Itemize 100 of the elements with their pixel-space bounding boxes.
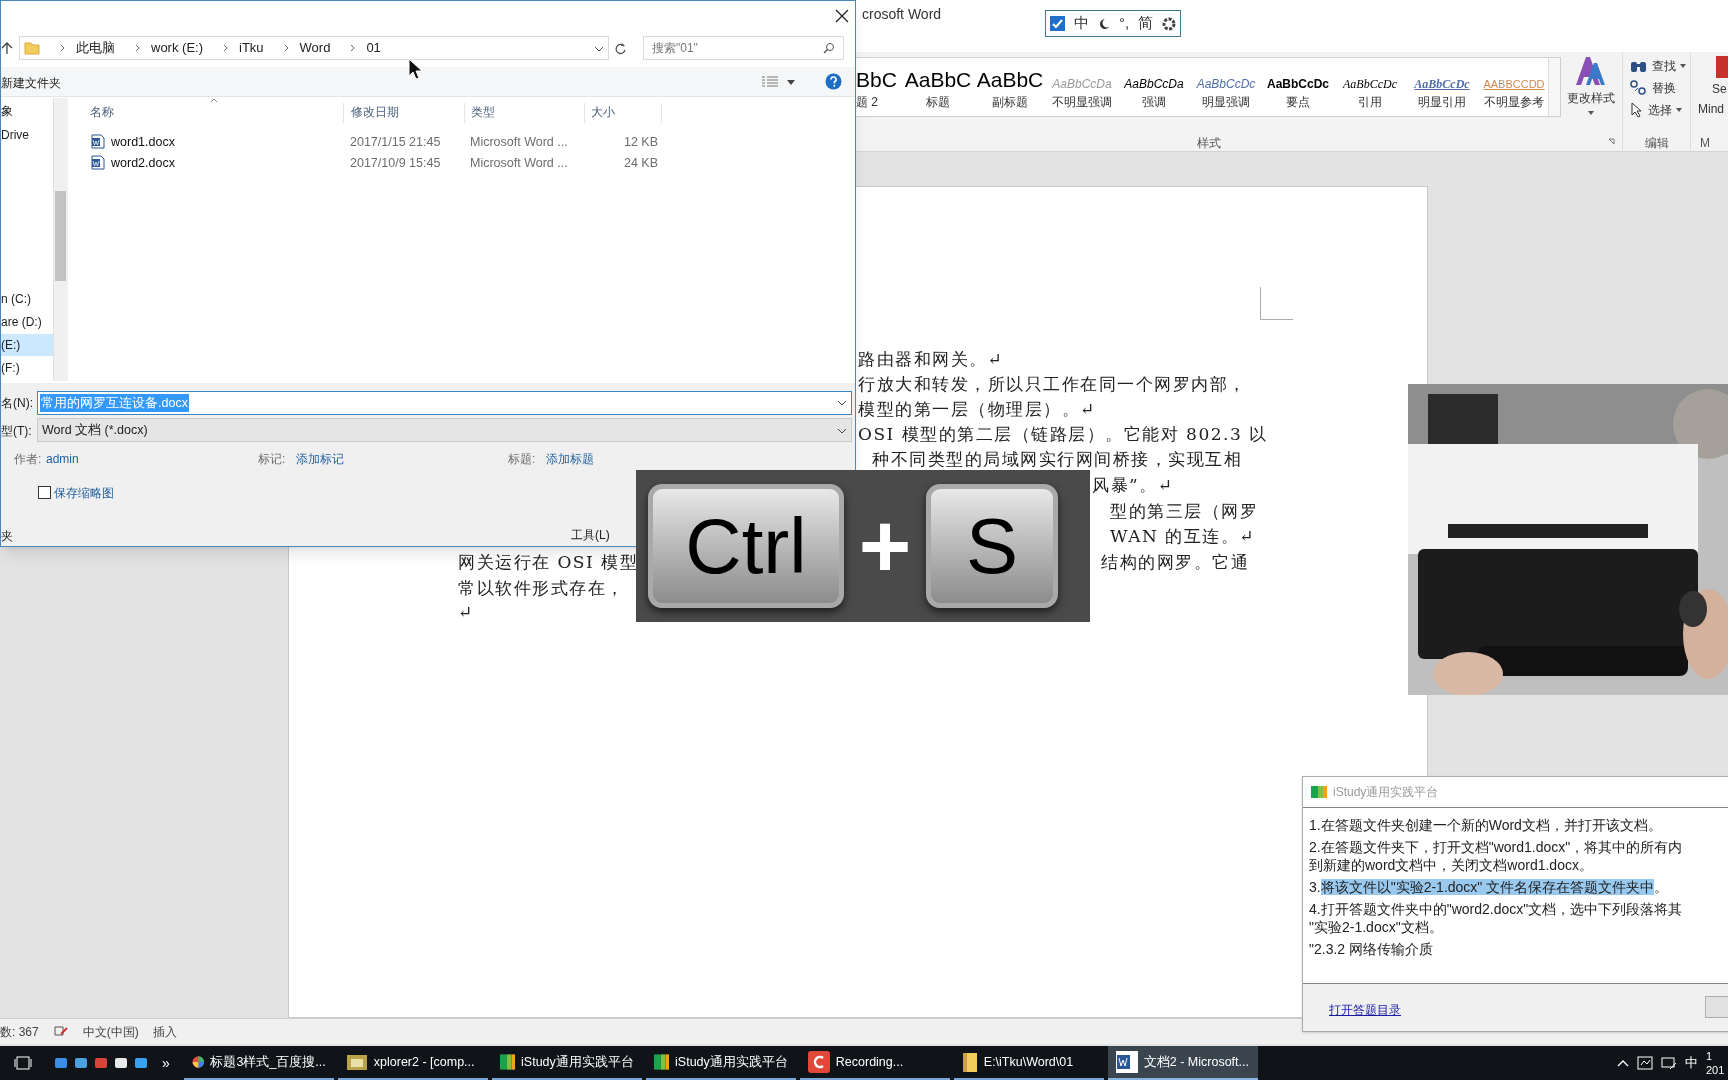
- property-link[interactable]: 添加标题: [546, 450, 594, 468]
- filetype-select[interactable]: Word 文档 (*.docx): [37, 418, 852, 442]
- column-header[interactable]: 修改日期: [350, 103, 465, 123]
- style-item[interactable]: AaBbCcDa 强调: [1118, 58, 1190, 116]
- style-item[interactable]: AaBbCcDc 明显引用: [1406, 58, 1478, 116]
- breadcrumb[interactable]: Word: [299, 38, 331, 58]
- language-status[interactable]: 中文(中国): [82, 1022, 139, 1041]
- dropdown-icon[interactable]: [837, 400, 847, 407]
- hide-folders-button[interactable]: 夹: [1, 527, 13, 545]
- folder-icon: [961, 1051, 978, 1073]
- refresh-icon[interactable]: [614, 42, 627, 55]
- checkbox[interactable]: [38, 486, 51, 499]
- checkbox[interactable]: [1050, 16, 1065, 31]
- app-icon[interactable]: [114, 1056, 128, 1070]
- word-count[interactable]: 数: 367: [0, 1022, 39, 1041]
- style-item[interactable]: AABBCCDD 不明显参考: [1478, 58, 1550, 116]
- style-item[interactable]: AaBbCcDc 要点: [1262, 58, 1334, 116]
- document-text: 种不同类型的局域网实行网间桥接，实现互相: [872, 448, 1242, 471]
- task-view-icon[interactable]: [14, 1056, 32, 1070]
- column-header[interactable]: 类型: [470, 103, 585, 123]
- breadcrumb[interactable]: work (E:): [151, 38, 203, 58]
- column-header[interactable]: 名称: [89, 103, 344, 123]
- property-link[interactable]: admin: [46, 450, 79, 468]
- dialog-launcher-icon[interactable]: [1608, 138, 1616, 146]
- chart-icon[interactable]: [1637, 1056, 1653, 1070]
- style-item[interactable]: AaBbCcDc 明显强调: [1190, 58, 1262, 116]
- dropdown-icon[interactable]: [837, 428, 847, 435]
- nav-item[interactable]: Drive: [1, 124, 53, 146]
- ribbon-button-text[interactable]: Se: [1712, 80, 1727, 98]
- editing-command[interactable]: 替换: [1628, 78, 1688, 97]
- document-icon: [91, 134, 105, 149]
- property-link[interactable]: 添加标记: [296, 450, 344, 468]
- link[interactable]: 打开答题目录: [1329, 1001, 1401, 1019]
- nav-item[interactable]: (F:): [1, 357, 53, 379]
- margin-mark: [1260, 287, 1293, 320]
- script-mode[interactable]: 简: [1138, 12, 1154, 35]
- nav-item[interactable]: (E:): [1, 334, 53, 356]
- up-arrow-icon[interactable]: [1, 41, 13, 55]
- instruction-text: 4.打开答题文件夹中的"word2.docx"文档，选中下列段落将其: [1309, 900, 1684, 918]
- gallery-scrollbar[interactable]: [1548, 58, 1560, 116]
- app-icon[interactable]: [134, 1056, 148, 1070]
- file-name[interactable]: word1.docx: [111, 133, 175, 152]
- punctuation-mode[interactable]: °,: [1119, 12, 1130, 35]
- document-text: 常以软件形式存在，: [458, 577, 625, 600]
- taskbar-button[interactable]: 标题3样式_百度搜...: [183, 1046, 334, 1080]
- app-icon: [1311, 786, 1327, 798]
- breadcrumb[interactable]: iTku: [239, 38, 264, 58]
- network-icon[interactable]: [1661, 1056, 1677, 1070]
- group-label: M: [1700, 135, 1710, 152]
- editing-command[interactable]: 选择: [1628, 100, 1688, 119]
- instruction-text: 1.在答题文件夹创建一个新的Word文档，并打开该文档。: [1309, 816, 1663, 834]
- dropdown-icon[interactable]: [594, 45, 604, 53]
- moon-icon[interactable]: [1098, 17, 1110, 30]
- proofing-icon[interactable]: [52, 1024, 69, 1039]
- chevron-icon: [60, 44, 66, 52]
- nav-item[interactable]: 象: [1, 100, 53, 122]
- group-label: 样式: [1197, 135, 1221, 152]
- style-item[interactable]: BbC 题 2: [856, 58, 902, 116]
- ime-indicator[interactable]: 中: [1685, 1053, 1698, 1073]
- breadcrumb[interactable]: 01: [366, 38, 381, 58]
- search-icon[interactable]: [823, 42, 835, 54]
- document-text: 路由器和网关。↵: [858, 348, 1004, 371]
- group-label: 编辑: [1645, 135, 1669, 152]
- scrollbar-thumb[interactable]: [55, 191, 66, 281]
- clock[interactable]: 1 201: [1706, 1049, 1728, 1077]
- ime-mode[interactable]: 中: [1074, 12, 1089, 35]
- tools-menu[interactable]: 工具(L): [571, 526, 610, 544]
- taskbar-button[interactable]: iStudy通用实践平台: [645, 1046, 796, 1080]
- address-bar[interactable]: 此电脑 work (E:) iTku Word 01: [19, 36, 609, 60]
- caret-icon[interactable]: [787, 80, 795, 85]
- taskbar-button[interactable]: iStudy通用实践平台: [491, 1046, 642, 1080]
- breadcrumb[interactable]: 此电脑: [76, 38, 115, 58]
- style-item[interactable]: AaBbC 副标题: [974, 58, 1046, 116]
- new-folder-button[interactable]: 新建文件夹: [1, 74, 61, 92]
- file-name[interactable]: word2.docx: [111, 154, 175, 173]
- settings-icon[interactable]: [1162, 16, 1177, 31]
- search-field[interactable]: 搜索"01": [643, 36, 844, 60]
- taskbar-button[interactable]: xplorer2 - [comp...: [337, 1046, 488, 1080]
- checkbox-label[interactable]: 保存缩略图: [54, 484, 114, 502]
- taskbar-button[interactable]: 文档2 - Microsoft...: [1107, 1046, 1258, 1080]
- document-icon: [91, 155, 105, 170]
- overflow-button[interactable]: »: [162, 1052, 170, 1074]
- ribbon-button-text[interactable]: Mind: [1698, 100, 1724, 118]
- style-item[interactable]: AaBbCcDa 不明显强调: [1046, 58, 1118, 116]
- help-icon[interactable]: [825, 73, 842, 90]
- close-icon[interactable]: [835, 9, 849, 23]
- taskbar-button[interactable]: Recording...: [799, 1046, 950, 1080]
- sort-icon: [210, 98, 218, 103]
- style-item[interactable]: AaBbC 标题: [902, 58, 974, 116]
- nav-item[interactable]: n (C:): [1, 288, 53, 310]
- chevron-icon[interactable]: [1617, 1059, 1629, 1067]
- insert-mode[interactable]: 插入: [152, 1022, 177, 1041]
- app-icon: [1716, 56, 1728, 78]
- change-styles-button[interactable]: 更改样式: [1562, 55, 1620, 123]
- column-header[interactable]: 大小: [590, 103, 662, 123]
- style-item[interactable]: AaBbCcDc 引用: [1334, 58, 1406, 116]
- taskbar-button[interactable]: E:\iTku\Word\01: [953, 1046, 1104, 1080]
- app-icon[interactable]: [74, 1056, 88, 1070]
- editing-command[interactable]: 查找: [1628, 56, 1688, 75]
- nav-item[interactable]: are (D:): [1, 311, 53, 333]
